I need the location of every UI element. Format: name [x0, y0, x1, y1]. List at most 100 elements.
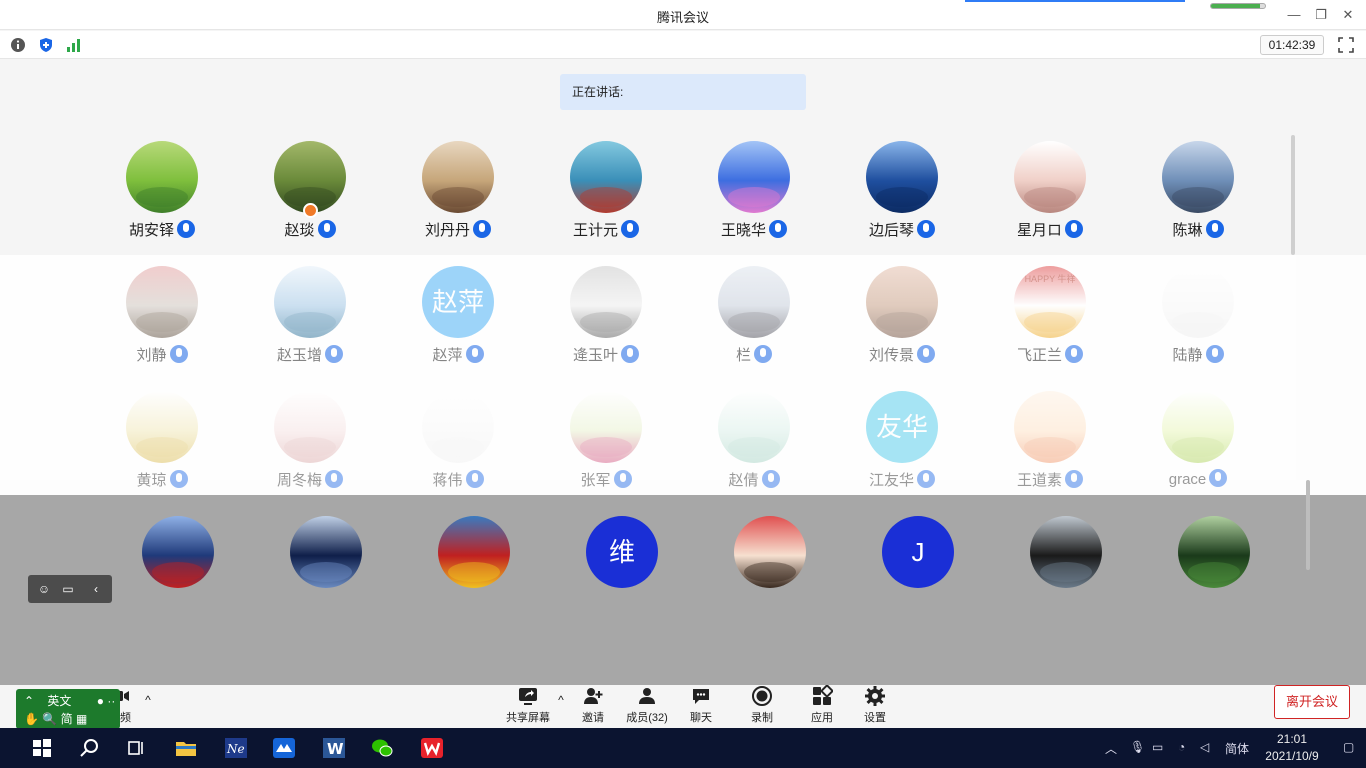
participant-avatar[interactable] [126, 266, 198, 338]
participant-avatar[interactable]: J [882, 516, 954, 588]
participant-avatar[interactable] [866, 266, 938, 338]
participant-avatar[interactable] [422, 391, 494, 463]
participant-tile[interactable]: 刘传景 [842, 266, 962, 376]
ime-hand-icon[interactable]: ✋ [24, 712, 39, 726]
taskbar-clock[interactable]: 21:01 2021/10/9 [1262, 731, 1322, 765]
windows-start-icon[interactable] [30, 736, 54, 760]
members-button[interactable]: 成员(32) [617, 685, 677, 725]
participant-tile[interactable]: 刘丹丹 [398, 141, 518, 251]
word-icon[interactable]: W [322, 736, 346, 760]
gallery-scrollbar[interactable] [1291, 135, 1295, 255]
invite-button[interactable]: 邀请 [563, 685, 623, 725]
participant-avatar[interactable] [126, 391, 198, 463]
participant-tile[interactable]: 赵萍 赵萍 [398, 266, 518, 376]
collapse-arrow-icon[interactable]: ‹ [88, 581, 104, 597]
participant-avatar[interactable] [126, 141, 198, 213]
participant-tile[interactable]: 王道素 [990, 391, 1110, 501]
file-explorer-icon[interactable] [174, 736, 198, 760]
participant-avatar[interactable] [1014, 141, 1086, 213]
participant-avatar[interactable] [1162, 266, 1234, 338]
participant-tile[interactable]: HAPPY 牛祥 飞正兰 [990, 266, 1110, 376]
participant-tile[interactable]: 边后琴 [842, 141, 962, 251]
participant-avatar[interactable]: 维 [586, 516, 658, 588]
participant-avatar[interactable] [1162, 391, 1234, 463]
participant-avatar[interactable] [274, 266, 346, 338]
participant-avatar[interactable] [734, 516, 806, 588]
info-icon[interactable] [10, 37, 26, 53]
participant-avatar[interactable] [1014, 391, 1086, 463]
participant-tile[interactable]: 赵倩 [694, 391, 814, 501]
participant-avatar[interactable] [570, 266, 642, 338]
participant-avatar[interactable] [142, 516, 214, 588]
tray-expand-icon[interactable]: ︿ [1105, 740, 1117, 757]
participant-avatar[interactable] [718, 141, 790, 213]
participant-tile[interactable]: 周冬梅 [250, 391, 370, 501]
participant-avatar[interactable] [866, 141, 938, 213]
participant-avatar[interactable] [290, 516, 362, 588]
task-view-icon[interactable] [124, 736, 148, 760]
participant-tile[interactable]: 陈琳 [1138, 141, 1258, 251]
participant-tile[interactable]: 星月ロ [990, 141, 1110, 251]
participant-tile[interactable]: 刘静 [102, 266, 222, 376]
participant-avatar[interactable] [274, 391, 346, 463]
leave-meeting-button[interactable]: 离开会议 [1274, 685, 1350, 719]
ime-language[interactable]: 英文 [47, 694, 71, 708]
participant-tile[interactable]: J [858, 516, 978, 606]
participant-tile[interactable]: 黄琼 [102, 391, 222, 501]
participant-tile[interactable]: 蒋伟 [398, 391, 518, 501]
participant-tile[interactable]: 张军 [546, 391, 666, 501]
participant-avatar[interactable] [718, 391, 790, 463]
participant-tile[interactable]: 王计元 [546, 141, 666, 251]
participant-avatar[interactable] [422, 141, 494, 213]
netease-app-icon[interactable]: Ne [224, 736, 248, 760]
participant-tile[interactable]: 维 [562, 516, 682, 606]
ime-collapse-icon[interactable]: ⌃ [24, 694, 34, 708]
participant-tile[interactable] [1154, 516, 1274, 606]
tray-wifi-icon[interactable]: ◔ [1178, 740, 1185, 754]
participant-tile[interactable] [266, 516, 386, 606]
participant-avatar[interactable] [1162, 141, 1234, 213]
wps-icon[interactable] [420, 736, 444, 760]
participant-tile[interactable]: 栏 [694, 266, 814, 376]
record-button[interactable]: 录制 [732, 685, 792, 725]
minimize-button[interactable]: — [1285, 6, 1303, 24]
participant-tile[interactable]: 赵玉增 [250, 266, 370, 376]
tencent-meeting-icon[interactable] [272, 736, 296, 760]
chat-button[interactable]: 聊天 [671, 685, 731, 725]
ime-search-icon[interactable]: 🔍 [42, 712, 57, 726]
restore-button[interactable]: ❐ [1312, 6, 1330, 24]
participant-avatar[interactable] [1178, 516, 1250, 588]
apps-button[interactable]: 应用 [792, 685, 852, 725]
participant-tile[interactable] [710, 516, 830, 606]
participant-tile[interactable]: 陆静 [1138, 266, 1258, 376]
ime-toolbar[interactable]: ⌃ 英文 ● ·· ✋ 🔍 简 ▦ [16, 689, 120, 729]
participant-avatar[interactable] [570, 141, 642, 213]
tray-volume-icon[interactable]: ◁ [1200, 740, 1209, 754]
tray-mic-icon[interactable]: 🎙 [1130, 740, 1145, 754]
security-shield-icon[interactable] [38, 37, 54, 53]
participant-avatar[interactable] [438, 516, 510, 588]
participant-tile[interactable]: 友华 江友华 [842, 391, 962, 501]
ime-grid-icon[interactable]: ▦ [76, 712, 87, 726]
settings-button[interactable]: 设置 [845, 685, 905, 725]
notification-icon[interactable]: ▢ [1343, 740, 1354, 754]
share-screen-button[interactable]: 共享屏幕 [498, 685, 558, 725]
tray-battery-icon[interactable]: ▭ [1152, 740, 1163, 754]
participant-tile[interactable] [414, 516, 534, 606]
chat-bubble-icon[interactable]: ▭ [60, 581, 76, 597]
ime-mode[interactable]: 简 [61, 712, 73, 726]
close-button[interactable]: ✕ [1339, 6, 1357, 24]
participant-avatar[interactable] [1030, 516, 1102, 588]
participant-tile[interactable]: 逄玉叶 [546, 266, 666, 376]
emoji-icon[interactable]: ☺ [36, 581, 52, 597]
search-icon[interactable] [78, 736, 102, 760]
wechat-icon[interactable] [370, 736, 394, 760]
gallery-scrollbar-secondary[interactable] [1306, 480, 1310, 570]
participant-tile[interactable] [118, 516, 238, 606]
ime-more-icon[interactable]: ·· [107, 694, 115, 708]
video-options-chevron[interactable]: ^ [142, 693, 154, 707]
participant-tile[interactable]: 王晓华 [694, 141, 814, 251]
tray-ime-language[interactable]: 简体 [1225, 740, 1249, 757]
participant-tile[interactable]: 赵琰 [250, 141, 370, 251]
network-bars-icon[interactable] [66, 37, 82, 53]
